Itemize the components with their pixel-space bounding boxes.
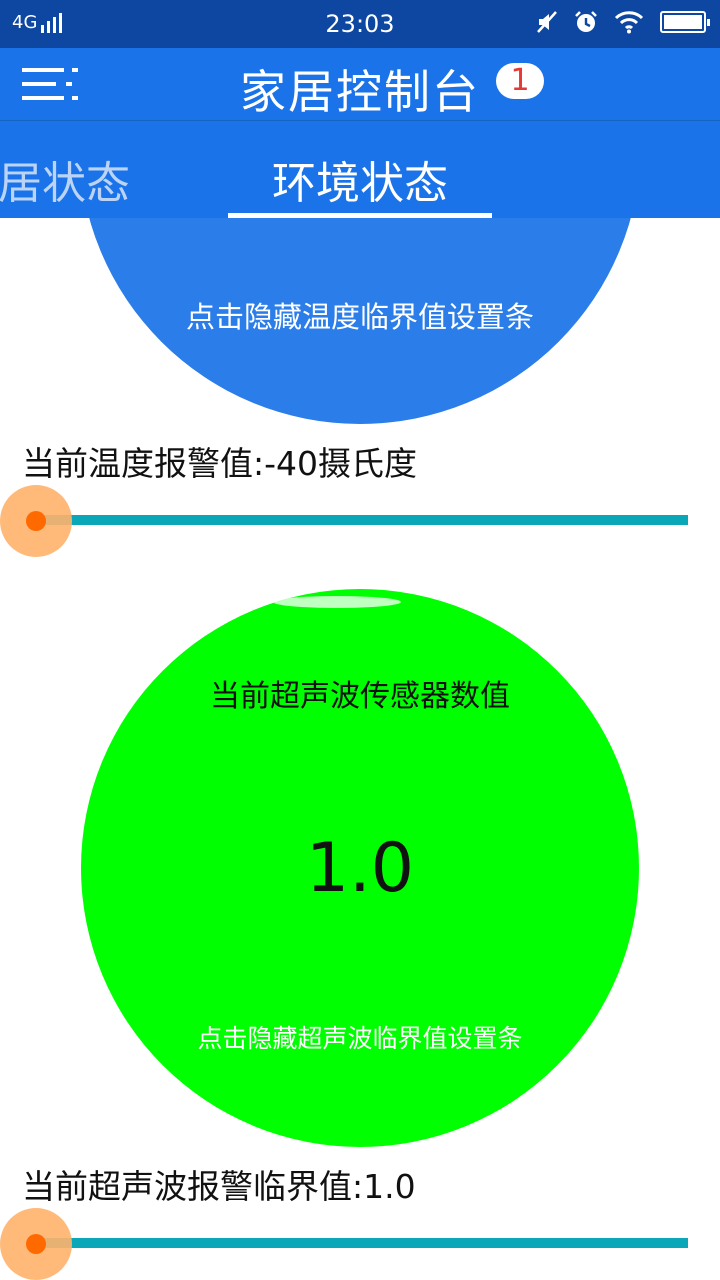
temperature-circle-hint: 点击隐藏温度临界值设置条 — [185, 300, 534, 334]
ultrasonic-threshold-slider[interactable] — [0, 1204, 720, 1280]
ultrasonic-circle-hint: 点击隐藏超声波临界值设置条 — [197, 1024, 523, 1053]
tab-bar: 居状态 环境状态 — [0, 120, 720, 218]
tab-indicator — [228, 213, 492, 218]
app-bar: 家居控制台 1 — [0, 48, 720, 120]
mute-icon — [537, 11, 557, 33]
tab-home-status[interactable]: 居状态 — [0, 147, 130, 211]
temperature-threshold-slider[interactable] — [0, 481, 720, 561]
ultrasonic-value: 1.0 — [305, 829, 415, 908]
alarm-icon — [575, 11, 597, 32]
ultrasonic-circle[interactable]: 当前超声波传感器数值 1.0 点击隐藏超声波临界值设置条 — [81, 589, 639, 1147]
ultrasonic-title: 当前超声波传感器数值 — [210, 679, 510, 714]
slider-thumb[interactable] — [26, 511, 46, 531]
slider-track[interactable] — [34, 1238, 688, 1248]
slider-thumb[interactable] — [26, 1234, 46, 1254]
status-bar: 4G 23:03 — [0, 0, 720, 48]
notification-badge[interactable]: 1 — [496, 63, 544, 99]
ultrasonic-alarm-label: 当前超声波报警临界值:1.0 — [22, 1167, 416, 1206]
slider-track[interactable] — [34, 515, 688, 525]
wifi-icon — [614, 11, 644, 34]
page-title: 家居控制台 — [240, 65, 480, 119]
tab-environment-status[interactable]: 环境状态 — [228, 147, 492, 211]
battery-icon — [660, 11, 710, 33]
temperature-alarm-label: 当前温度报警值:-40摄氏度 — [22, 444, 418, 483]
circle-highlight — [273, 596, 401, 608]
